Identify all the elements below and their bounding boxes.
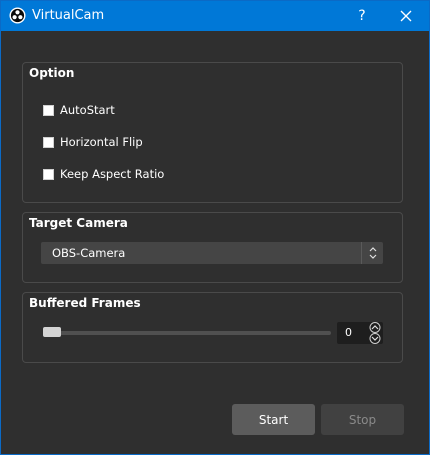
start-button[interactable]: Start: [232, 404, 315, 435]
option-group: Option AutoStart Horizontal Flip Keep As…: [22, 62, 403, 203]
buffered-frames-group: Buffered Frames 0: [22, 292, 403, 363]
keep-aspect-ratio-checkbox[interactable]: [43, 168, 54, 180]
keep-aspect-ratio-label: Keep Aspect Ratio: [60, 167, 165, 181]
help-button[interactable]: ?: [347, 1, 377, 31]
title-bar[interactable]: VirtualCam ?: [1, 1, 429, 31]
close-icon: [400, 10, 412, 22]
window-title: VirtualCam: [32, 8, 105, 23]
spin-down-icon[interactable]: [367, 333, 383, 344]
horizontal-flip-checkbox-row[interactable]: Horizontal Flip: [43, 134, 143, 150]
buffered-frames-spinbox[interactable]: 0: [337, 322, 383, 344]
keep-aspect-ratio-checkbox-row[interactable]: Keep Aspect Ratio: [43, 166, 164, 182]
buffered-frames-value: 0: [345, 326, 352, 339]
target-camera-group: Target Camera OBS-Camera: [22, 212, 403, 283]
autostart-checkbox[interactable]: [43, 104, 54, 116]
select-arrows-icon[interactable]: [361, 242, 383, 264]
buffered-frames-group-title: Buffered Frames: [29, 296, 141, 310]
close-button[interactable]: [391, 1, 421, 31]
spin-up-icon[interactable]: [367, 322, 383, 333]
autostart-label: AutoStart: [60, 103, 115, 117]
option-group-title: Option: [29, 66, 75, 80]
horizontal-flip-checkbox[interactable]: [43, 136, 54, 148]
autostart-checkbox-row[interactable]: AutoStart: [43, 102, 115, 118]
target-camera-select[interactable]: OBS-Camera: [41, 242, 383, 264]
stop-button[interactable]: Stop: [321, 404, 404, 435]
spin-buttons: [367, 322, 383, 344]
buffered-frames-slider-track[interactable]: [43, 331, 331, 335]
virtualcam-dialog: VirtualCam ? Option AutoStart Horizontal…: [0, 0, 430, 455]
buffered-frames-slider-handle[interactable]: [43, 327, 61, 337]
horizontal-flip-label: Horizontal Flip: [60, 135, 143, 149]
obs-logo-icon: [9, 7, 26, 24]
target-camera-value: OBS-Camera: [52, 246, 126, 260]
target-camera-group-title: Target Camera: [29, 216, 128, 230]
